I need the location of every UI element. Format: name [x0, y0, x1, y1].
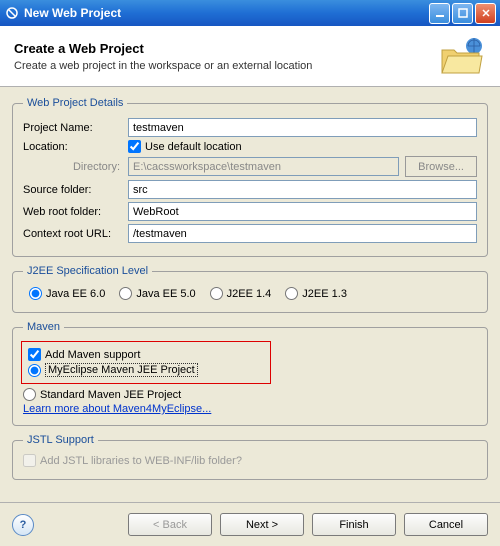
- help-button[interactable]: ?: [12, 514, 34, 536]
- j2ee-opt4[interactable]: J2EE 1.3: [285, 287, 347, 300]
- use-default-location-checkbox[interactable]: [128, 140, 141, 153]
- directory-input: [128, 157, 399, 176]
- j2ee-legend: J2EE Specification Level: [23, 265, 152, 277]
- next-button[interactable]: Next >: [220, 513, 304, 536]
- cancel-button[interactable]: Cancel: [404, 513, 488, 536]
- source-folder-input[interactable]: [128, 180, 477, 199]
- location-label: Location:: [23, 141, 128, 153]
- maximize-button[interactable]: [452, 3, 473, 24]
- source-folder-label: Source folder:: [23, 184, 128, 196]
- jstl-label: Add JSTL libraries to WEB-INF/lib folder…: [40, 455, 242, 467]
- j2ee-radio-ee6[interactable]: [29, 287, 42, 300]
- project-name-input[interactable]: [128, 118, 477, 137]
- back-button: < Back: [128, 513, 212, 536]
- add-maven-support-checkbox[interactable]: [28, 348, 41, 361]
- context-root-input[interactable]: [128, 224, 477, 243]
- app-icon: [4, 5, 20, 21]
- wizard-header: Create a Web Project Create a web projec…: [0, 26, 500, 87]
- j2ee-opt3[interactable]: J2EE 1.4: [210, 287, 272, 300]
- minimize-button[interactable]: [429, 3, 450, 24]
- j2ee-opt1[interactable]: Java EE 6.0: [29, 287, 105, 300]
- maven-myeclipse-label: MyEclipse Maven JEE Project: [45, 363, 198, 377]
- maven-highlight-box: Add Maven support MyEclipse Maven JEE Pr…: [21, 341, 271, 384]
- jstl-checkbox: [23, 454, 36, 467]
- jstl-group: JSTL Support Add JSTL libraries to WEB-I…: [12, 434, 488, 480]
- web-root-input[interactable]: [128, 202, 477, 221]
- wizard-footer: ? < Back Next > Finish Cancel: [0, 502, 500, 546]
- page-title: Create a Web Project: [14, 41, 438, 56]
- window-title: New Web Project: [24, 6, 427, 20]
- maven-standard-label: Standard Maven JEE Project: [40, 389, 181, 401]
- close-button[interactable]: [475, 3, 496, 24]
- details-legend: Web Project Details: [23, 97, 127, 109]
- browse-button: Browse...: [405, 156, 477, 177]
- titlebar: New Web Project: [0, 0, 500, 26]
- project-name-label: Project Name:: [23, 122, 128, 134]
- maven-group: Maven Add Maven support MyEclipse Maven …: [12, 321, 488, 426]
- web-root-label: Web root folder:: [23, 206, 128, 218]
- jstl-legend: JSTL Support: [23, 434, 98, 446]
- web-project-details-group: Web Project Details Project Name: Locati…: [12, 97, 488, 257]
- j2ee-radio-13[interactable]: [285, 287, 298, 300]
- add-maven-support-label: Add Maven support: [45, 349, 140, 361]
- j2ee-opt2[interactable]: Java EE 5.0: [119, 287, 195, 300]
- page-subtitle: Create a web project in the workspace or…: [14, 60, 438, 72]
- directory-label: Directory:: [23, 161, 128, 173]
- finish-button[interactable]: Finish: [312, 513, 396, 536]
- j2ee-radio-ee5[interactable]: [119, 287, 132, 300]
- maven-standard-radio[interactable]: [23, 388, 36, 401]
- maven-legend: Maven: [23, 321, 64, 333]
- maven-learn-more-link[interactable]: Learn more about Maven4MyEclipse...: [23, 403, 211, 415]
- j2ee-radio-14[interactable]: [210, 287, 223, 300]
- folder-globe-icon: [438, 36, 486, 76]
- context-root-label: Context root URL:: [23, 228, 128, 240]
- j2ee-group: J2EE Specification Level Java EE 6.0 Jav…: [12, 265, 488, 313]
- maven-myeclipse-radio[interactable]: [28, 364, 41, 377]
- use-default-location-label: Use default location: [145, 141, 242, 153]
